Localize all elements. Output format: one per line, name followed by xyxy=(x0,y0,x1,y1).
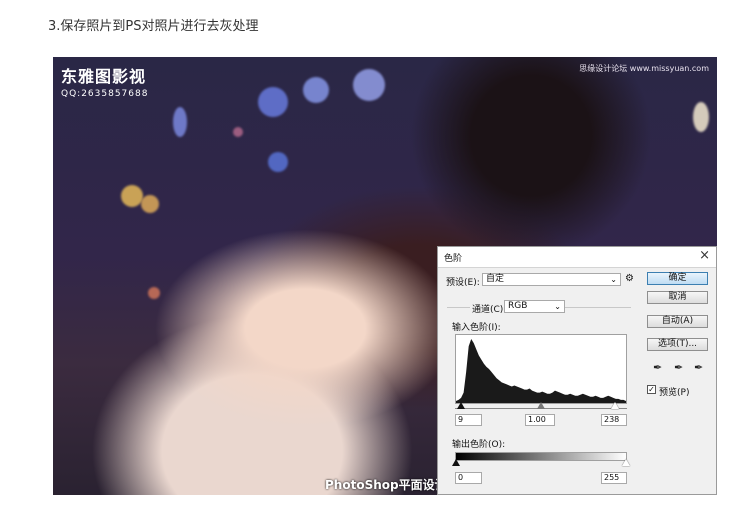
preset-options-icon[interactable]: ⚙ xyxy=(625,273,634,284)
bokeh-light xyxy=(353,69,385,101)
input-white-slider[interactable] xyxy=(611,402,619,409)
ok-button[interactable]: 确定 xyxy=(647,272,708,285)
input-white-field[interactable]: 238 xyxy=(601,414,627,426)
page-heading: 3.保存照片到PS对照片进行去灰处理 xyxy=(48,19,259,34)
preset-select[interactable]: 自定 ⌄ xyxy=(482,273,621,286)
bokeh-light xyxy=(173,107,187,137)
histogram-shape xyxy=(456,339,626,403)
input-black-slider[interactable] xyxy=(457,402,465,409)
input-gamma-field[interactable]: 1.00 xyxy=(525,414,555,426)
input-gamma-slider[interactable] xyxy=(537,402,545,409)
studio-logo: 东雅图影视 QQ:2635857688 xyxy=(61,63,148,99)
output-levels-label: 输出色阶(O): xyxy=(452,440,506,450)
options-button[interactable]: 选项(T)... xyxy=(647,338,708,351)
bokeh-light xyxy=(258,87,288,117)
bokeh-light xyxy=(141,195,159,213)
histogram xyxy=(455,334,627,404)
chevron-down-icon: ⌄ xyxy=(554,302,561,311)
cancel-button[interactable]: 取消 xyxy=(647,291,708,304)
gray-eyedropper-icon[interactable]: ✒ xyxy=(674,361,683,374)
check-icon: ✓ xyxy=(648,385,655,394)
bokeh-light xyxy=(303,77,329,103)
preset-value: 自定 xyxy=(486,274,505,284)
logo-text: 东雅图影视 xyxy=(61,67,147,86)
close-icon[interactable]: × xyxy=(699,248,710,263)
bokeh-light xyxy=(148,287,160,299)
bokeh-light xyxy=(693,102,709,132)
white-eyedropper-icon[interactable]: ✒ xyxy=(694,361,703,374)
output-gradient xyxy=(455,452,627,461)
output-white-field[interactable]: 255 xyxy=(601,472,627,484)
output-white-slider[interactable] xyxy=(622,459,630,466)
levels-dialog: 色阶 × 预设(E): 自定 ⌄ ⚙ 通道(C): RGB ⌄ 输入色阶(I):… xyxy=(437,246,717,495)
dialog-title: 色阶 xyxy=(444,254,463,264)
preset-label: 预设(E): xyxy=(446,278,480,288)
logo-qq: QQ:2635857688 xyxy=(61,89,149,99)
channel-label: 通道(C): xyxy=(470,302,509,315)
auto-button[interactable]: 自动(A) xyxy=(647,315,708,328)
histogram-chart xyxy=(456,339,626,403)
input-black-field[interactable]: 9 xyxy=(455,414,482,426)
bokeh-light xyxy=(268,152,288,172)
preview-label: 预览(P) xyxy=(659,388,690,398)
dialog-titlebar[interactable]: 色阶 × xyxy=(438,247,716,268)
channel-value: RGB xyxy=(508,301,528,311)
black-eyedropper-icon[interactable]: ✒ xyxy=(653,361,662,374)
input-levels-label: 输入色阶(I): xyxy=(452,323,501,333)
chevron-down-icon: ⌄ xyxy=(610,275,617,284)
bokeh-light xyxy=(121,185,143,207)
preview-checkbox[interactable]: ✓ xyxy=(647,385,656,394)
output-black-field[interactable]: 0 xyxy=(455,472,482,484)
output-black-slider[interactable] xyxy=(452,459,460,466)
watermark-top: 思缘设计论坛 www.missyuan.com xyxy=(579,64,709,73)
channel-select[interactable]: RGB ⌄ xyxy=(504,300,565,313)
bokeh-light xyxy=(233,127,243,137)
